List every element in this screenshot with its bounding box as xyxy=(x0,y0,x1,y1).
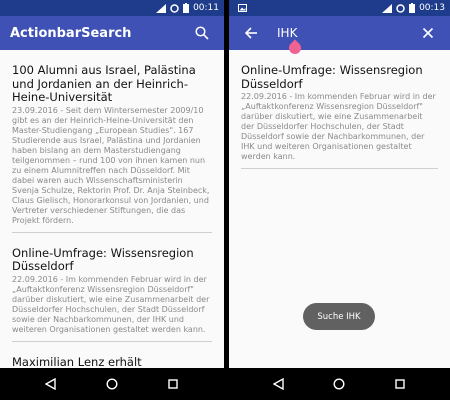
right-screen: 00:13 IHK Online-Umfrage: Wissensregion … xyxy=(229,0,450,400)
recents-nav-icon[interactable] xyxy=(161,372,185,396)
status-time: 00:11 xyxy=(193,3,219,13)
back-arrow-icon[interactable] xyxy=(239,21,263,45)
status-bar: 00:13 xyxy=(229,0,450,16)
home-nav-icon[interactable] xyxy=(100,372,124,396)
close-icon[interactable] xyxy=(416,21,440,45)
article-snippet: 23.09.2016 - Seit dem Wintersemester 200… xyxy=(12,105,210,225)
search-icon[interactable] xyxy=(190,21,214,45)
action-bar: ActionbarSearch xyxy=(0,16,224,50)
list-item[interactable]: 100 Alumni aus Israel, Palästina und Jor… xyxy=(12,50,212,233)
data-saver-icon xyxy=(170,3,179,13)
article-list: 100 Alumni aus Israel, Palästina und Jor… xyxy=(0,50,224,368)
list-item[interactable]: Online-Umfrage: Wissensregion Düsseldorf… xyxy=(12,233,212,342)
status-bar: 00:11 xyxy=(0,0,224,16)
left-screen: 00:11 ActionbarSearch 100 Alumni aus Isr… xyxy=(0,0,224,400)
navigation-bar xyxy=(0,368,224,400)
back-nav-icon[interactable] xyxy=(39,372,63,396)
article-title: Maximilian Lenz erhält Nachwuchspreis de… xyxy=(12,354,142,368)
search-input[interactable]: IHK xyxy=(277,26,416,57)
article-title: Online-Umfrage: Wissensregion Düsseldorf xyxy=(241,63,423,91)
search-query: IHK xyxy=(277,26,298,40)
back-nav-icon[interactable] xyxy=(267,372,291,396)
app-title: ActionbarSearch xyxy=(10,25,132,41)
image-notification-icon xyxy=(238,4,247,12)
article-snippet: 22.09.2016 - Im kommenden Februar wird i… xyxy=(241,92,436,161)
data-saver-icon xyxy=(396,3,405,13)
article-snippet: 22.09.2016 - Im kommenden Februar wird i… xyxy=(12,274,210,334)
navigation-bar xyxy=(229,368,450,400)
article-title: Online-Umfrage: Wissensregion Düsseldorf xyxy=(12,245,194,273)
home-nav-icon[interactable] xyxy=(327,372,351,396)
search-action-bar: IHK xyxy=(229,16,450,57)
battery-icon xyxy=(183,3,190,13)
status-time: 00:13 xyxy=(419,3,445,13)
battery-icon xyxy=(409,3,416,13)
toast-message: Suche IHK xyxy=(303,303,375,330)
signal-icon xyxy=(156,3,167,13)
list-item[interactable]: Online-Umfrage: Wissensregion Düsseldorf… xyxy=(241,50,438,169)
signal-icon xyxy=(382,3,393,13)
article-title: 100 Alumni aus Israel, Palästina und Jor… xyxy=(12,63,196,104)
list-item[interactable]: Maximilian Lenz erhält Nachwuchspreis de… xyxy=(12,342,212,368)
recents-nav-icon[interactable] xyxy=(388,372,412,396)
